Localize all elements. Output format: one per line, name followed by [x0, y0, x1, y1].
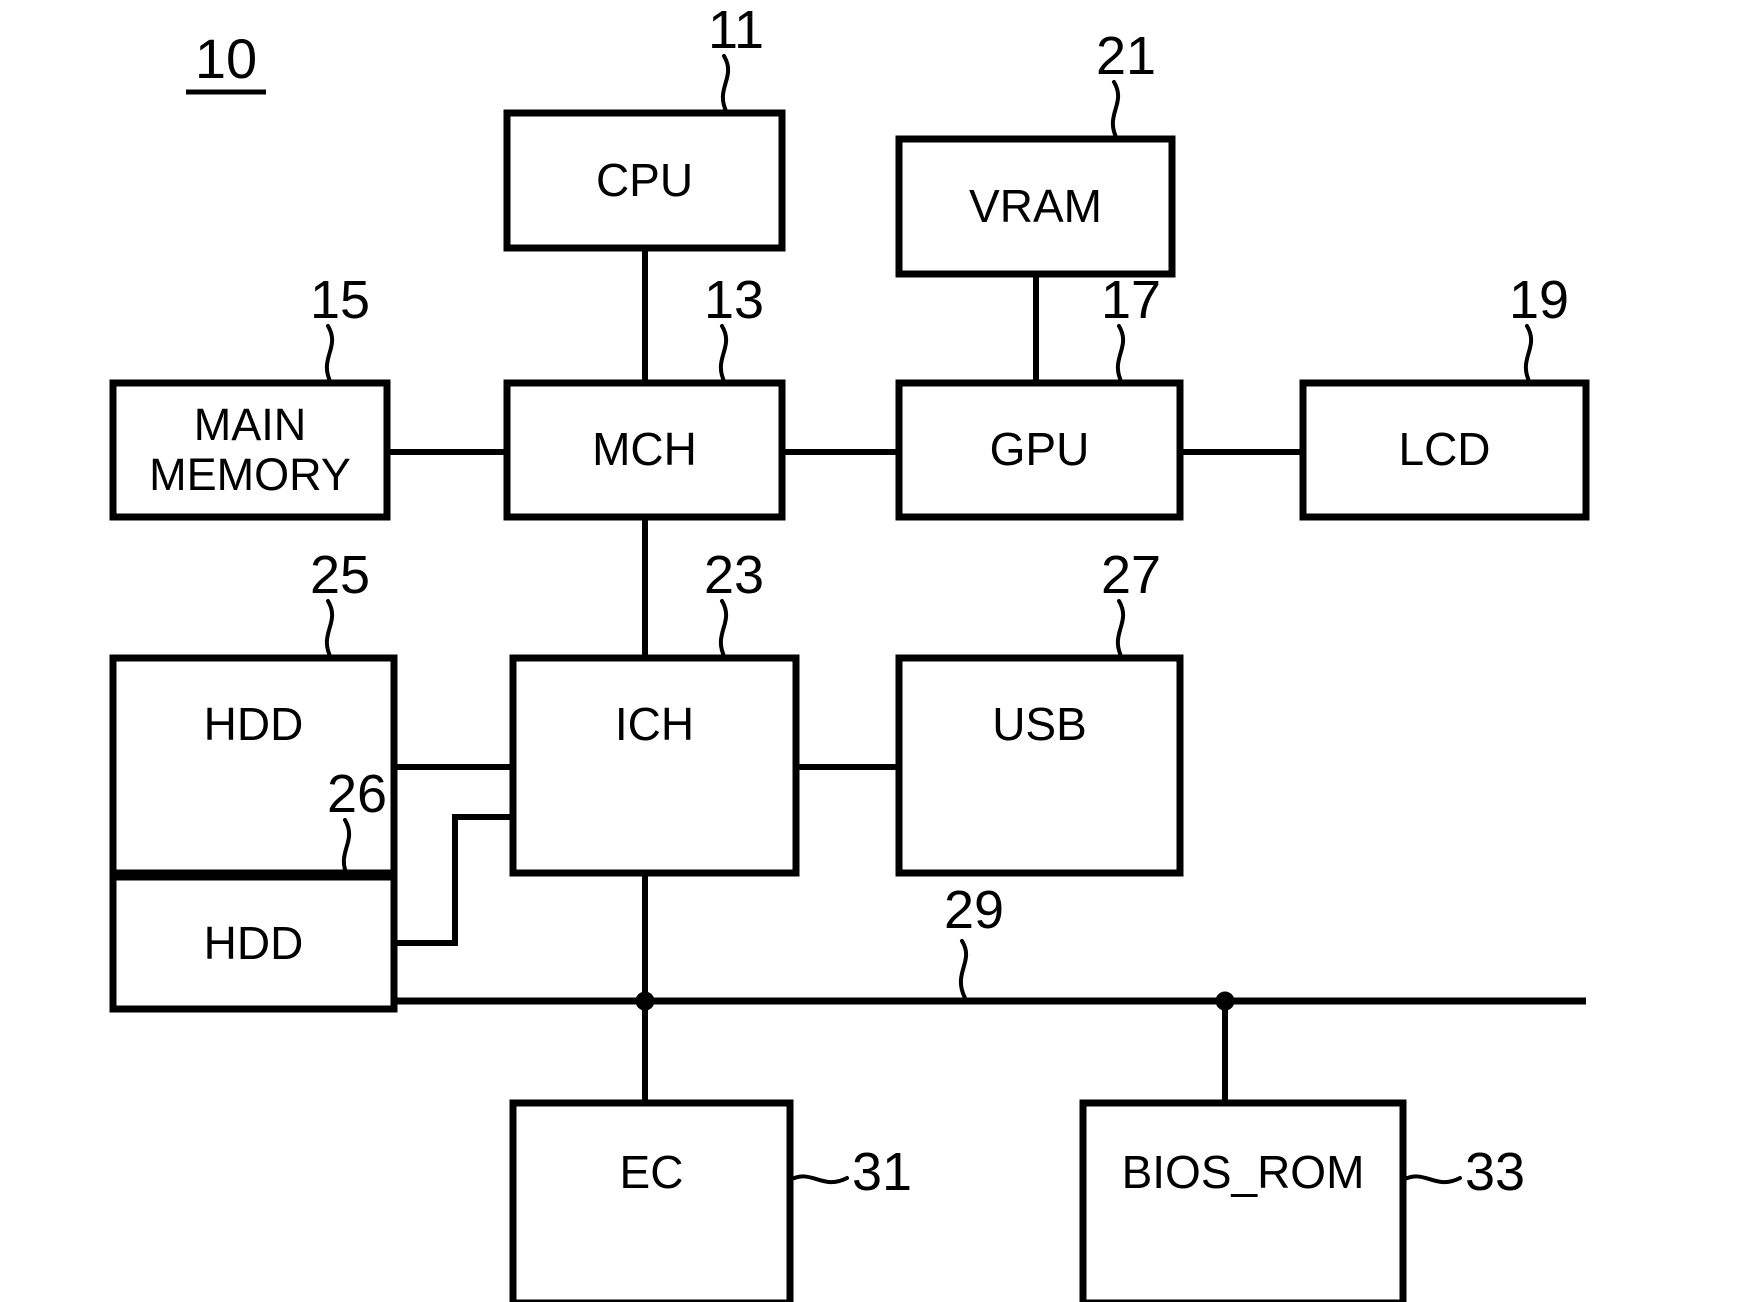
block-bios-rom-rect — [1079, 1099, 1407, 1302]
bus-junction-biosrom — [1215, 991, 1235, 1011]
block-cpu: CPU 11 — [503, 0, 786, 252]
block-ec-label: EC — [620, 1146, 684, 1198]
ref-number-25: 25 — [310, 545, 370, 605]
ref-number-31: 31 — [852, 1142, 912, 1202]
block-mch-label: MCH — [592, 423, 697, 475]
ref-number-21: 21 — [1096, 26, 1156, 86]
ref-number-15: 15 — [310, 270, 370, 330]
ref-number-33: 33 — [1465, 1142, 1525, 1202]
block-vram-label: VRAM — [969, 180, 1102, 232]
leader-line-19 — [1523, 324, 1534, 385]
block-ec: EC 31 — [509, 1099, 912, 1302]
block-hdd-26-label: HDD — [204, 917, 304, 969]
block-usb-label: USB — [992, 698, 1087, 750]
connection-hdd26-ich — [394, 814, 515, 946]
block-ec-rect — [509, 1099, 794, 1302]
leader-line-27 — [1115, 599, 1126, 660]
ref-number-11: 11 — [708, 0, 764, 60]
block-bios-rom-label: BIOS_ROM — [1122, 1146, 1365, 1198]
block-diagram-canvas: 10 29 CPU 11 VRAM 21 MAIN MEMORY 15 MCH … — [0, 0, 1749, 1302]
block-cpu-label: CPU — [596, 154, 693, 206]
ref-number-19: 19 — [1509, 270, 1569, 330]
ref-number-23: 23 — [704, 545, 764, 605]
leader-line-21 — [1110, 80, 1121, 141]
leader-line-31 — [788, 1174, 849, 1185]
block-usb-rect — [895, 654, 1184, 877]
figure-number-label: 10 — [195, 27, 257, 90]
block-main-memory-label-line2: MEMORY — [149, 449, 351, 500]
block-main-memory-label-line1: MAIN — [194, 399, 307, 450]
block-vram: VRAM 21 — [895, 26, 1176, 278]
ref-number-13: 13 — [704, 270, 764, 330]
block-hdd-25-label: HDD — [204, 698, 304, 750]
block-ich: ICH 23 — [509, 545, 800, 877]
ref-number-27: 27 — [1101, 545, 1161, 605]
leader-line-23 — [718, 599, 729, 660]
ref-number-29: 29 — [944, 880, 1004, 940]
leader-line-33 — [1401, 1174, 1462, 1185]
ref-number-26: 26 — [327, 764, 387, 824]
leader-line-13 — [718, 324, 729, 385]
leader-line-29 — [958, 939, 969, 1000]
block-lcd: LCD 19 — [1299, 270, 1590, 521]
system-block-diagram: 10 29 CPU 11 VRAM 21 MAIN MEMORY 15 MCH … — [109, 0, 1590, 1302]
bus-junction-ec — [635, 991, 655, 1011]
ref-number-17: 17 — [1101, 270, 1161, 330]
figure-number-10: 10 — [186, 27, 266, 95]
block-bios-rom: BIOS_ROM 33 — [1079, 1099, 1525, 1302]
leader-line-17 — [1115, 324, 1126, 385]
block-lcd-label: LCD — [1398, 423, 1490, 475]
block-gpu: GPU 17 — [895, 270, 1184, 521]
block-ich-label: ICH — [615, 698, 694, 750]
block-usb: USB 27 — [895, 545, 1184, 877]
bus-29: 29 — [394, 880, 1586, 1011]
block-gpu-label: GPU — [990, 423, 1090, 475]
block-ich-rect — [509, 654, 800, 877]
leader-line-11 — [720, 54, 731, 115]
block-main-memory: MAIN MEMORY 15 — [109, 270, 391, 521]
leader-line-15 — [324, 324, 335, 385]
leader-line-25 — [324, 599, 335, 660]
